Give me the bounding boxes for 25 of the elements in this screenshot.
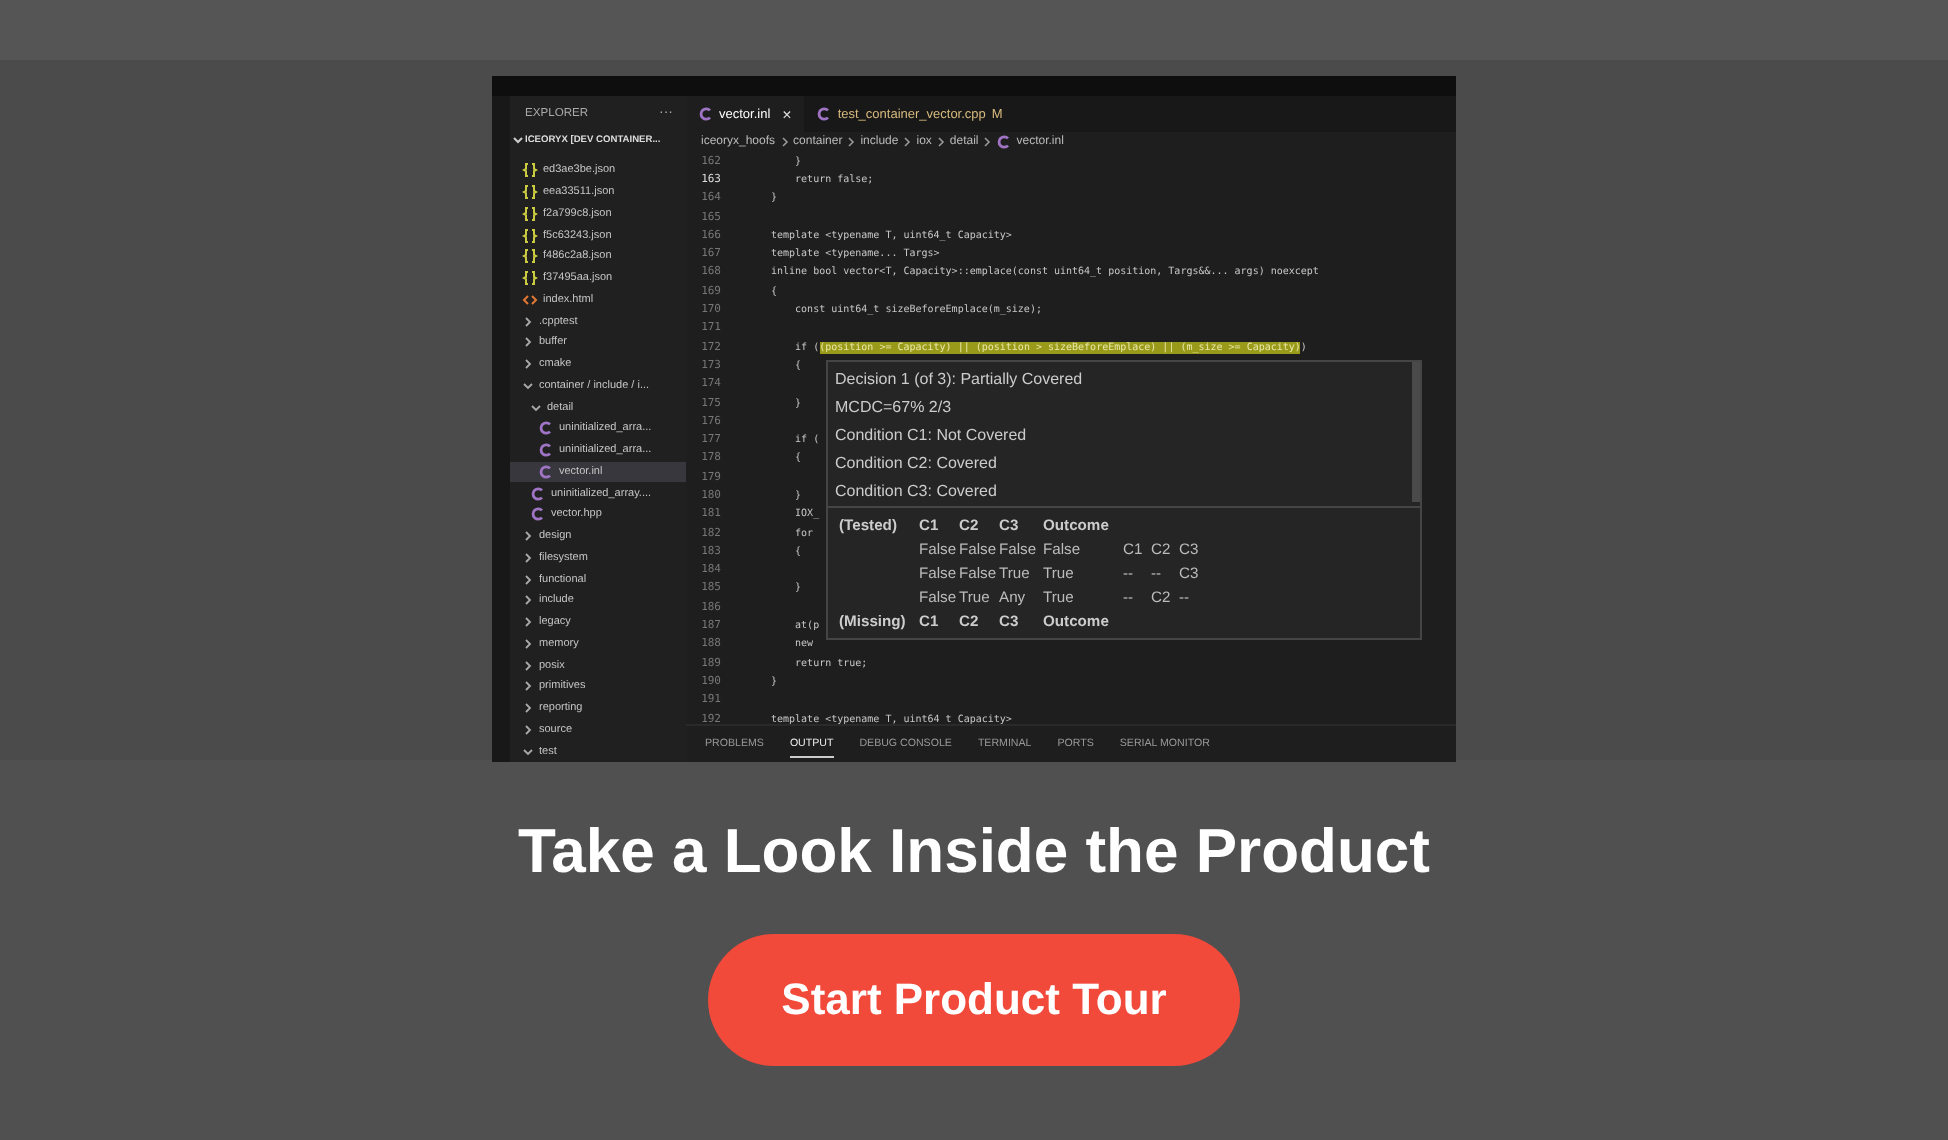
c-file-icon — [815, 106, 832, 122]
c-file-icon — [697, 106, 713, 122]
braces-icon — [521, 227, 537, 244]
chevron-right-icon — [779, 136, 790, 148]
page-heading: Take a Look Inside the Product — [518, 814, 1430, 890]
chevron-right-icon — [846, 136, 857, 148]
braces-icon — [521, 162, 537, 179]
tooltip-text: Condition C1: Not Covered — [835, 424, 1029, 448]
braces-icon — [521, 248, 537, 265]
chevron-down-icon — [521, 745, 533, 758]
tooltip-text: Condition C3: Covered — [835, 480, 999, 504]
braces-icon — [521, 184, 537, 201]
chevron-right-icon — [982, 136, 993, 148]
chevron-right-icon — [935, 136, 946, 148]
angle-brackets-icon — [521, 291, 537, 308]
chevron-right-icon — [902, 136, 913, 148]
tooltip-text: Condition C2: Covered — [835, 452, 999, 476]
start-tour-button[interactable]: Start Product Tour — [708, 934, 1240, 1066]
tooltip-text: Decision 1 (of 3): Partially Covered — [835, 368, 1085, 392]
c-file-icon — [996, 134, 1013, 150]
braces-icon — [521, 205, 537, 222]
close-button[interactable]: × — [782, 105, 792, 123]
tooltip-text: MCDC=67% 2/3 — [835, 396, 954, 420]
braces-icon — [521, 270, 537, 287]
chevron-down-icon — [511, 134, 523, 147]
